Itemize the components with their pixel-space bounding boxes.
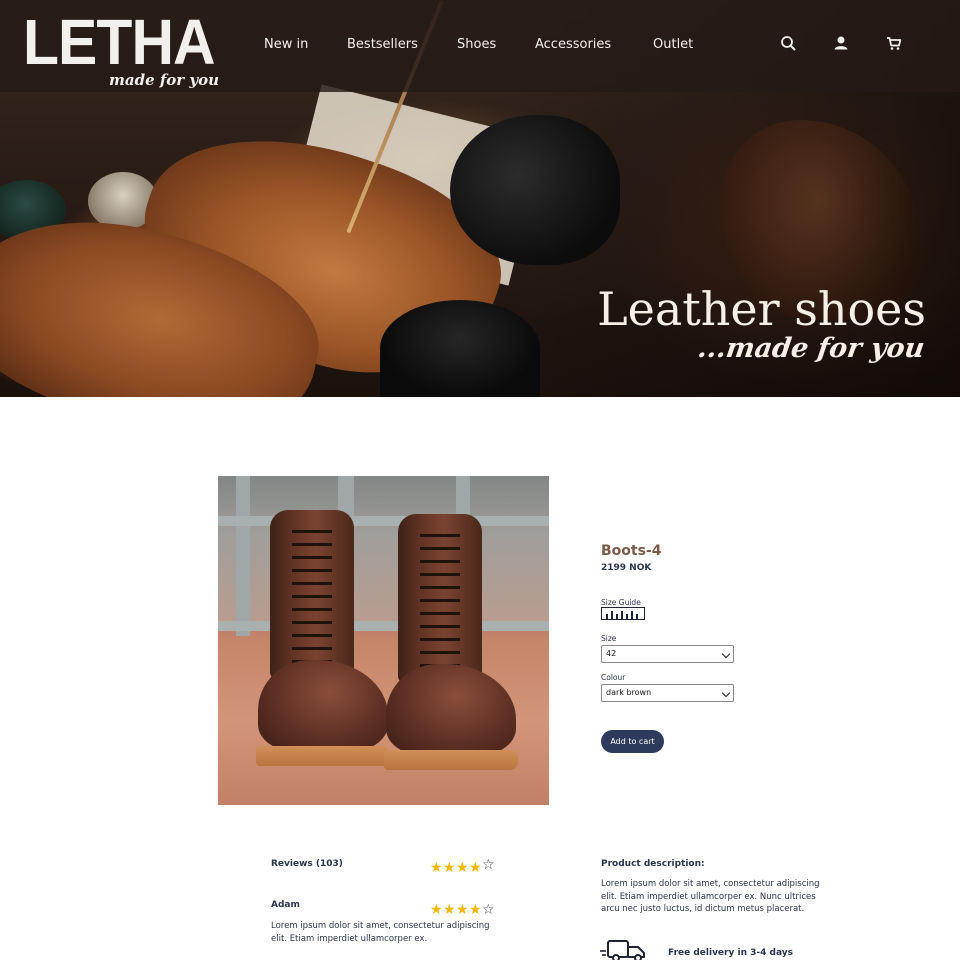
product-price: 2199 NOK bbox=[601, 563, 652, 573]
hero-title: Leather shoes bbox=[597, 282, 926, 336]
star-full-icon: ★ bbox=[443, 902, 456, 918]
nav-item-bestsellers[interactable]: Bestsellers bbox=[347, 37, 418, 52]
star-full-icon: ★ bbox=[456, 902, 469, 918]
user-icon[interactable] bbox=[831, 33, 851, 53]
add-to-cart-button[interactable]: Add to cart bbox=[601, 730, 664, 753]
star-half-icon: ☆ bbox=[482, 857, 495, 873]
colour-select[interactable]: dark brown bbox=[601, 684, 734, 702]
nav-item-shoes[interactable]: Shoes bbox=[457, 37, 496, 52]
nav-item-accessories[interactable]: Accessories bbox=[535, 37, 611, 52]
description-heading: Product description: bbox=[601, 859, 705, 869]
average-rating-stars: ★★★★ ☆ bbox=[430, 857, 495, 875]
star-full-icon: ★ bbox=[443, 860, 456, 876]
hero-subtitle: ...made for you bbox=[695, 333, 927, 364]
logo-tagline: made for you bbox=[109, 71, 220, 89]
review-text: Lorem ipsum dolor sit amet, consectetur … bbox=[271, 921, 490, 944]
review-rating-stars: ★★★★☆ bbox=[430, 899, 495, 917]
boot-right bbox=[384, 514, 518, 774]
delivery-info: Free delivery in 3-4 days bbox=[668, 948, 793, 958]
logo-wordmark: LETHA bbox=[23, 6, 216, 78]
size-guide-label[interactable]: Size Guide bbox=[601, 598, 641, 607]
product-title: Boots-4 bbox=[601, 543, 662, 559]
site-header: LETHA made for you New in Bestsellers Sh… bbox=[0, 0, 960, 92]
nav-item-new-in[interactable]: New in bbox=[264, 37, 308, 52]
ruler-icon[interactable] bbox=[601, 607, 645, 620]
search-icon[interactable] bbox=[778, 33, 798, 53]
star-full-icon: ★ bbox=[430, 902, 443, 918]
star-full-icon: ★ bbox=[456, 860, 469, 876]
chevron-down-icon bbox=[721, 688, 731, 698]
star-full-icon: ★ bbox=[430, 860, 443, 876]
product-image bbox=[218, 476, 549, 805]
boot-left bbox=[256, 510, 390, 770]
reviews-heading[interactable]: Reviews (103) bbox=[271, 859, 343, 869]
nav-item-outlet[interactable]: Outlet bbox=[653, 37, 693, 52]
colour-select-value: dark brown bbox=[606, 688, 652, 697]
size-select-value: 42 bbox=[606, 649, 617, 658]
star-empty-icon: ☆ bbox=[482, 902, 495, 918]
cart-icon[interactable] bbox=[884, 33, 904, 53]
size-label: Size bbox=[601, 634, 617, 643]
chevron-down-icon bbox=[721, 649, 731, 659]
size-select[interactable]: 42 bbox=[601, 645, 734, 663]
star-full-icon: ★ bbox=[469, 860, 482, 876]
star-full-icon: ★ bbox=[469, 902, 482, 918]
brand-logo[interactable]: LETHA made for you bbox=[23, 10, 219, 94]
review-author: Adam bbox=[271, 900, 300, 910]
description-text: Lorem ipsum dolor sit amet, consectetur … bbox=[601, 879, 820, 914]
colour-label: Colour bbox=[601, 673, 626, 682]
delivery-truck-icon bbox=[600, 939, 650, 960]
